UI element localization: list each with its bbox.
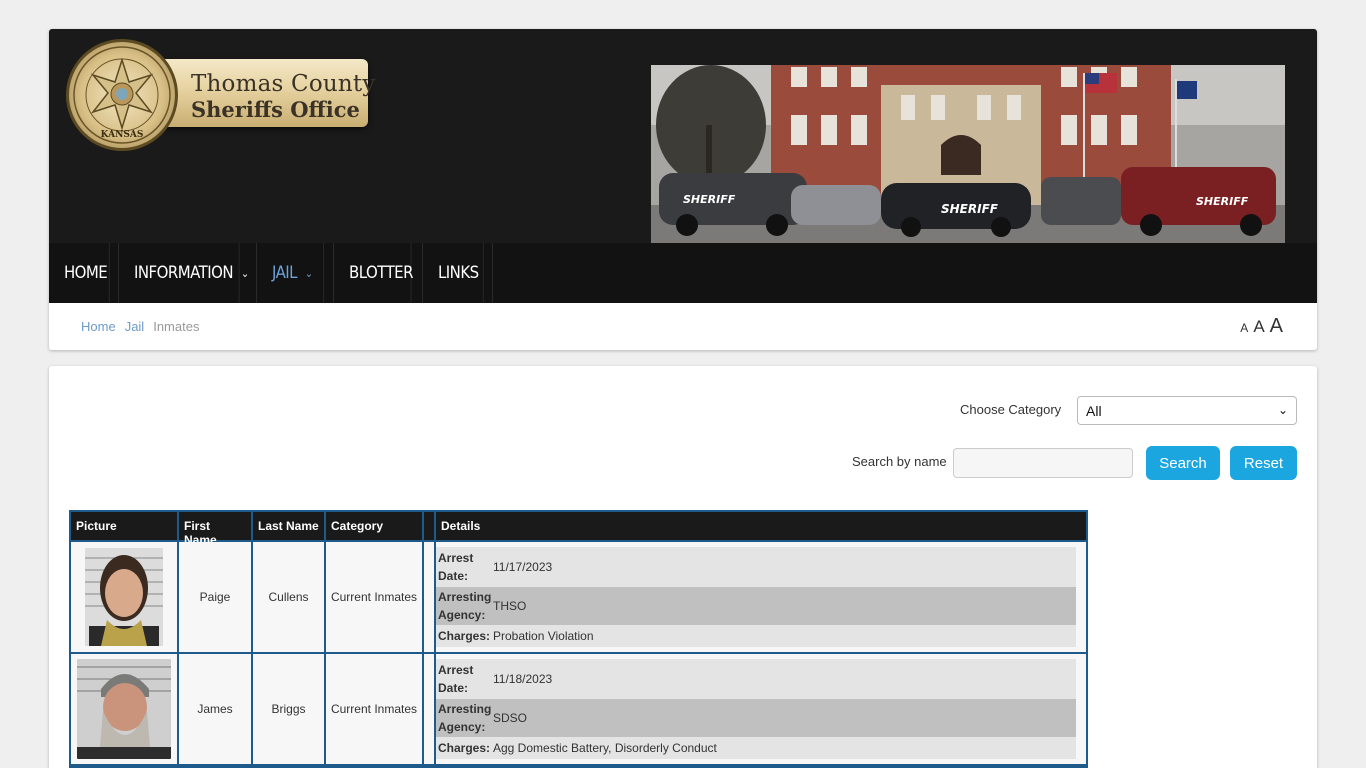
svg-text:SHERIFF: SHERIFF: [941, 202, 999, 216]
chevron-down-icon: ⌄: [240, 266, 249, 280]
arrest-date-value: 11/17/2023: [493, 560, 553, 574]
header-last-name: Last Name: [253, 512, 326, 540]
nav-links[interactable]: LINKS: [423, 243, 484, 303]
first-name-cell: James: [179, 654, 253, 764]
arrest-date-row: Arrest Date: 11/17/2023: [436, 547, 1076, 587]
category-cell: Current Inmates: [326, 654, 424, 764]
charges-value: Agg Domestic Battery, Disorderly Conduct: [493, 741, 717, 755]
site-logo[interactable]: Thomas County Sheriffs Office KANSAS: [66, 39, 375, 151]
logo-title-line1: Thomas County: [191, 71, 376, 97]
header-category: Category: [326, 512, 424, 540]
arrest-date-row: Arrest Date: 11/18/2023: [436, 659, 1076, 699]
picture-cell: [71, 654, 179, 764]
agency-row: Arresting Agency: SDSO: [436, 699, 1076, 737]
font-size-small-button[interactable]: A: [1240, 321, 1248, 335]
reset-button[interactable]: Reset: [1230, 446, 1297, 480]
nav-information-label: INFORMATION: [133, 263, 234, 283]
table-row: Paige Cullens Current Inmates Arrest Dat…: [71, 542, 1086, 654]
header-first-name: First Name: [179, 512, 253, 547]
breadcrumb-home[interactable]: Home: [81, 319, 116, 334]
font-size-medium-button[interactable]: A: [1253, 317, 1264, 337]
details-cell: Arrest Date: 11/17/2023 Arresting Agency…: [436, 542, 1086, 652]
charges-label: Charges:: [438, 629, 491, 643]
nav-blotter-cell: BLOTTER: [334, 243, 423, 303]
search-label: Search by name: [852, 454, 947, 469]
nav-home-cell: HOME: [49, 243, 119, 303]
logo-title-line2: Sheriffs Office: [191, 97, 360, 122]
breadcrumb: Home Jail Inmates: [81, 319, 199, 334]
arrest-date-value: 11/18/2023: [493, 672, 553, 686]
header-details: Details: [441, 519, 481, 533]
inmates-table: Picture First Name Last Name Category De…: [69, 510, 1088, 768]
svg-text:SHERIFF: SHERIFF: [1196, 195, 1249, 208]
nav-jail-label: JAIL: [271, 263, 298, 283]
breadcrumb-jail[interactable]: Jail: [125, 319, 145, 334]
sheriff-star-seal-icon: KANSAS: [66, 39, 178, 151]
svg-text:SHERIFF: SHERIFF: [683, 193, 736, 206]
nav-home[interactable]: HOME: [49, 243, 110, 303]
charges-label: Charges:: [438, 741, 491, 755]
spacer-cell: [424, 654, 436, 764]
nav-information-cell: INFORMATION ⌄: [119, 243, 257, 303]
nav-information[interactable]: INFORMATION ⌄: [119, 243, 249, 303]
category-select[interactable]: All ⌄: [1077, 396, 1297, 425]
nav-blotter[interactable]: BLOTTER: [334, 243, 414, 303]
last-name-cell: Cullens: [253, 542, 326, 652]
arrest-date-label: Arrest Date:: [438, 551, 474, 583]
content-card: Choose Category All ⌄ Search by name Sea…: [49, 366, 1317, 768]
nav-links-label: LINKS: [437, 263, 479, 283]
arrest-date-label: Arrest Date:: [438, 663, 474, 695]
inmate-photo[interactable]: [85, 548, 163, 646]
last-name-cell: Briggs: [253, 654, 326, 764]
details-cell: Arrest Date: 11/18/2023 Arresting Agency…: [436, 654, 1086, 764]
header-spacer: [424, 512, 436, 540]
first-name-cell: Paige: [179, 542, 253, 652]
banner: Thomas County Sheriffs Office KANSAS SHE…: [49, 29, 1317, 243]
chevron-down-icon: ⌄: [1277, 403, 1288, 417]
header-picture: Picture: [71, 512, 179, 540]
agency-value: SDSO: [493, 711, 528, 725]
agency-value: THSO: [493, 599, 527, 613]
category-select-value: All: [1086, 403, 1102, 419]
spacer-cell: [424, 542, 436, 652]
nav-blotter-label: BLOTTER: [348, 263, 414, 283]
search-input[interactable]: [953, 448, 1133, 478]
agency-row: Arresting Agency: THSO: [436, 587, 1076, 625]
nav-jail-cell: JAIL ⌄: [257, 243, 334, 303]
table-header-row: Picture First Name Last Name Category De…: [71, 512, 1086, 547]
font-size-large-button[interactable]: A: [1270, 315, 1283, 338]
category-cell: Current Inmates: [326, 542, 424, 652]
charges-row: Charges: Agg Domestic Battery, Disorderl…: [436, 737, 1076, 759]
seal-bottom-text: KANSAS: [101, 130, 144, 140]
agency-label: Arresting Agency:: [438, 590, 492, 622]
picture-cell: [71, 542, 179, 652]
inmate-photo[interactable]: [77, 659, 171, 759]
breadcrumb-bar: Home Jail Inmates A A A: [49, 303, 1317, 350]
chevron-down-icon: ⌄: [304, 266, 313, 280]
site-header: Thomas County Sheriffs Office KANSAS SHE…: [49, 29, 1317, 350]
nav-links-cell: LINKS: [423, 243, 493, 303]
main-nav: HOME INFORMATION ⌄ JAIL ⌄ BLOTTER LINKS: [49, 243, 1317, 303]
breadcrumb-current: Inmates: [153, 319, 200, 334]
search-button[interactable]: Search: [1146, 446, 1220, 480]
font-size-controls: A A A: [1240, 315, 1283, 338]
nav-jail[interactable]: JAIL ⌄: [257, 243, 324, 303]
charges-row: Charges: Probation Violation: [436, 625, 1076, 647]
table-row: James Briggs Current Inmates Arrest Date…: [71, 654, 1086, 766]
agency-label: Arresting Agency:: [438, 702, 492, 734]
courthouse-photo: SHERIFF SHERIFF SHERIFF: [651, 65, 1285, 243]
charges-value: Probation Violation: [493, 629, 594, 643]
nav-home-label: HOME: [63, 263, 108, 283]
category-label: Choose Category: [960, 402, 1062, 417]
